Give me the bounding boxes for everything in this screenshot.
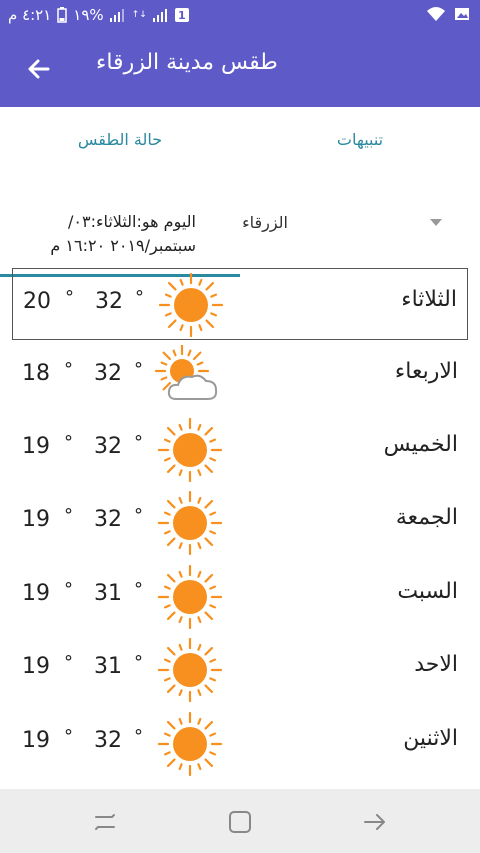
sun-icon xyxy=(158,273,224,337)
degree-symbol: ° xyxy=(64,432,73,453)
degree-symbol: ° xyxy=(134,726,143,747)
battery-percent: ١٩% xyxy=(73,6,104,24)
forecast-day: الاثنين xyxy=(403,726,458,751)
tab-bar: تنبيهات حالة الطقس xyxy=(0,107,480,277)
forecast-row[interactable]: الاثنين 32 ° 19 ° xyxy=(12,708,468,780)
status-right xyxy=(426,6,470,22)
forecast-day: الثلاثاء xyxy=(401,287,457,312)
sun-icon xyxy=(157,491,223,555)
degree-symbol: ° xyxy=(64,726,73,747)
forecast-max: 32 xyxy=(94,361,122,386)
recent-apps-icon[interactable] xyxy=(90,807,120,837)
tab-alerts[interactable]: تنبيهات xyxy=(240,107,480,171)
sun-icon xyxy=(157,418,223,482)
tab-alerts-label: تنبيهات xyxy=(336,129,384,149)
forecast-row[interactable]: الخميس 32 ° 19 ° xyxy=(12,414,468,486)
degree-symbol: ° xyxy=(134,505,143,526)
city-dropdown[interactable]: الزرقاء xyxy=(236,207,448,239)
status-left: ٤:٢١ م ١٩% ↑↓ 1 xyxy=(8,6,189,24)
forecast-min: 19 xyxy=(22,654,50,679)
status-time: ٤:٢١ م xyxy=(8,6,52,24)
forecast-row[interactable]: الاحد 31 ° 19 ° xyxy=(12,634,468,706)
forecast-day: الاحد xyxy=(414,652,458,677)
signal-icon-2 xyxy=(152,9,167,22)
image-icon xyxy=(455,8,469,20)
forecast-min: 20 xyxy=(23,289,51,314)
degree-symbol: ° xyxy=(64,359,73,380)
forecast-row[interactable]: الجمعة 32 ° 19 ° xyxy=(12,487,468,559)
forecast-max: 31 xyxy=(94,581,122,606)
wifi-icon xyxy=(427,7,445,21)
degree-symbol: ° xyxy=(64,505,73,526)
forecast-min: 19 xyxy=(22,434,50,459)
forecast-day: السبت xyxy=(397,579,458,604)
status-bar: ٤:٢١ م ١٩% ↑↓ 1 xyxy=(0,0,480,32)
forecast-day: الاربعاء xyxy=(394,359,458,384)
forecast-min: 19 xyxy=(22,581,50,606)
forecast-day: الخميس xyxy=(383,432,458,457)
degree-symbol: ° xyxy=(134,579,143,600)
forecast-min: 18 xyxy=(22,361,50,386)
signal-icon xyxy=(109,9,124,22)
degree-symbol: ° xyxy=(64,579,73,600)
city-dropdown-value: الزرقاء xyxy=(242,213,288,232)
forecast-min: 19 xyxy=(22,507,50,532)
tab-weather-status[interactable]: حالة الطقس xyxy=(0,107,240,171)
forecast-min: 19 xyxy=(22,728,50,753)
sun-icon xyxy=(157,565,223,629)
forecast-max: 31 xyxy=(94,654,122,679)
sun-icon xyxy=(157,638,223,702)
home-icon[interactable] xyxy=(225,807,255,837)
system-nav-bar xyxy=(0,789,480,853)
battery-icon xyxy=(57,7,68,23)
app-bar: طقس مدينة الزرقاء xyxy=(0,32,480,107)
sun-icon xyxy=(157,712,223,776)
dropdown-arrow-icon xyxy=(430,219,442,226)
degree-symbol: ° xyxy=(134,652,143,673)
forecast-row[interactable]: السبت 31 ° 19 ° xyxy=(12,561,468,633)
forecast-row[interactable]: الاربعاء 32 ° 18 ° xyxy=(12,341,468,413)
partly-cloudy-icon xyxy=(154,345,218,400)
forecast-max: 32 xyxy=(95,289,123,314)
forecast-max: 32 xyxy=(94,728,122,753)
forecast-max: 32 xyxy=(94,507,122,532)
forecast-max: 32 xyxy=(94,434,122,459)
degree-symbol: ° xyxy=(65,287,74,308)
forecast-row[interactable]: الثلاثاء 32 ° 20 ° xyxy=(12,268,468,340)
tab-weather-label: حالة الطقس xyxy=(77,129,163,149)
notification-badge: 1 xyxy=(174,8,189,22)
page-title: طقس مدينة الزرقاء xyxy=(96,50,278,75)
degree-symbol: ° xyxy=(134,432,143,453)
back-nav-icon[interactable] xyxy=(360,807,390,837)
degree-symbol: ° xyxy=(64,652,73,673)
forecast-day: الجمعة xyxy=(395,505,458,530)
degree-symbol: ° xyxy=(135,287,144,308)
back-arrow-icon[interactable] xyxy=(22,52,56,86)
data-icon: ↑↓ xyxy=(131,9,147,20)
current-date-text: اليوم هو:الثلاثاء:٠٣/سبتمبر/٢٠١٩ ١٦:٢٠ م xyxy=(50,212,196,255)
degree-symbol: ° xyxy=(134,359,143,380)
